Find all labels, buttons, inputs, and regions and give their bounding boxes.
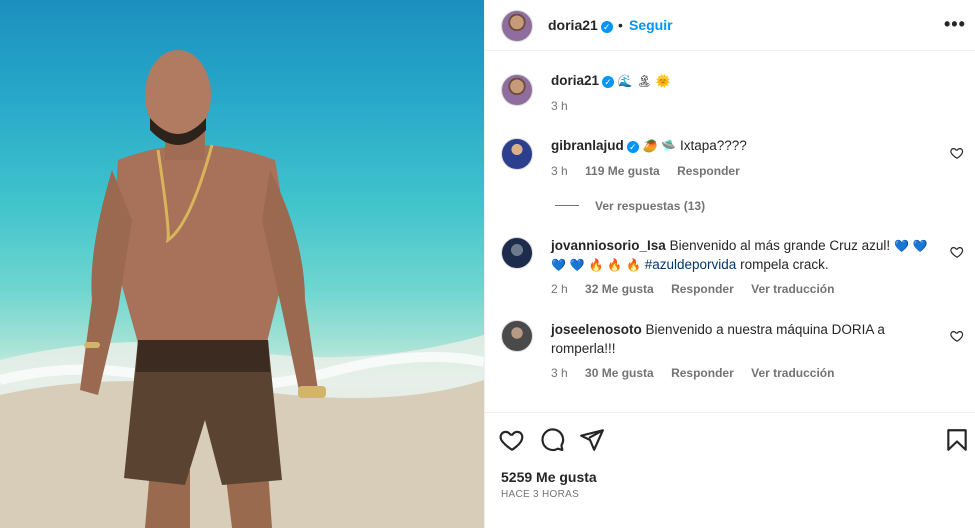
reply-button[interactable]: Responder: [677, 164, 740, 178]
comment-time: 2 h: [551, 282, 568, 296]
comment-meta: 3 h 30 Me gusta Responder Ver traducción: [551, 366, 848, 380]
caption-time: 3 h: [551, 99, 568, 113]
beach-photo-illustration: [0, 50, 484, 528]
comment-meta: 2 h 32 Me gusta Responder Ver traducción: [551, 282, 848, 296]
comment-meta: 3 h 119 Me gusta Responder: [551, 164, 754, 178]
translate-button[interactable]: Ver traducción: [751, 282, 834, 296]
comment-username[interactable]: joseelenosoto: [551, 322, 642, 337]
reply-button[interactable]: Responder: [671, 366, 734, 380]
caption-emojis: 🌊 🏝 🌞: [617, 74, 671, 88]
comment-time: 3 h: [551, 164, 568, 178]
post-actions-bar: 5259 Me gusta HACE 3 HORAS: [485, 412, 975, 528]
replies-divider: [555, 205, 579, 206]
verified-badge-icon: ✓: [626, 141, 639, 153]
comment-like-heart-icon[interactable]: [950, 146, 964, 160]
separator-dot: •: [618, 17, 623, 33]
caption-meta: 3 h: [551, 99, 582, 113]
caption: doria21 ✓ 🌊 🏝 🌞: [551, 72, 671, 90]
comment-avatar[interactable]: [501, 320, 533, 352]
post-detail-panel: doria21 ✓ • Seguir ••• doria21 ✓ 🌊 🏝 🌞 3 h…: [484, 0, 975, 528]
verified-badge-icon: ✓: [600, 21, 613, 33]
more-options-icon[interactable]: •••: [944, 14, 966, 35]
comment-text: Ixtapa????: [680, 138, 747, 153]
translate-button[interactable]: Ver traducción: [751, 366, 834, 380]
reply-button[interactable]: Responder: [671, 282, 734, 296]
comment-emojis: 💙 💙 🔥 🔥 🔥: [551, 258, 641, 272]
comment-likes[interactable]: 119 Me gusta: [585, 164, 660, 178]
view-replies-button[interactable]: Ver respuestas (13): [595, 199, 719, 213]
caption-username[interactable]: doria21: [551, 73, 599, 88]
heart-icon[interactable]: [499, 427, 525, 453]
comment-text: rompela crack.: [740, 257, 829, 272]
comment-avatar[interactable]: [501, 237, 533, 269]
share-icon[interactable]: [579, 427, 605, 453]
comment-icon[interactable]: [539, 427, 565, 453]
caption-avatar[interactable]: [501, 74, 533, 106]
author-username[interactable]: doria21 ✓: [548, 17, 613, 33]
comment-username[interactable]: jovanniosorio_Isa: [551, 238, 666, 253]
comment-likes[interactable]: 32 Me gusta: [585, 282, 654, 296]
comment-text: Bienvenido a nuestra máquina DORIA a: [645, 322, 885, 337]
comment-emojis: 🥭 🛸: [642, 139, 677, 153]
author-avatar[interactable]: [501, 10, 533, 42]
view-replies-label[interactable]: Ver respuestas (13): [595, 199, 705, 213]
comment-avatar[interactable]: [501, 138, 533, 170]
comment-continued: romperla!!!: [551, 340, 616, 358]
post-timestamp: HACE 3 HORAS: [501, 489, 580, 500]
comment-continued: 💙 💙 🔥 🔥 🔥 #azuldeporvida rompela crack.: [551, 256, 951, 274]
comment-like-heart-icon[interactable]: [950, 245, 964, 259]
post-likes-count[interactable]: 5259 Me gusta: [501, 469, 597, 485]
comment: joseelenosoto Bienvenido a nuestra máqui…: [551, 321, 911, 339]
follow-button[interactable]: Seguir: [629, 17, 673, 33]
post-header: doria21 ✓ • Seguir •••: [485, 0, 975, 51]
comment-like-heart-icon[interactable]: [950, 329, 964, 343]
comment: jovanniosorio_Isa Bienvenido al más gran…: [551, 237, 951, 255]
comment-text: romperla!!!: [551, 341, 616, 356]
hashtag-link[interactable]: #azuldeporvida: [645, 257, 737, 272]
comment-emojis: 💙 💙: [893, 239, 928, 253]
comment-time: 3 h: [551, 366, 568, 380]
author-username-text[interactable]: doria21: [548, 17, 598, 33]
comment: gibranlajud ✓ 🥭 🛸 Ixtapa????: [551, 137, 747, 155]
verified-badge-icon: ✓: [602, 76, 615, 88]
comment-username[interactable]: gibranlajud: [551, 138, 624, 153]
comment-text: Bienvenido al más grande Cruz azul!: [669, 238, 891, 253]
comments-list[interactable]: doria21 ✓ 🌊 🏝 🌞 3 h gibranlajud ✓ 🥭 🛸 Ixta…: [485, 52, 975, 412]
comment-likes[interactable]: 30 Me gusta: [585, 366, 654, 380]
bookmark-icon[interactable]: [944, 427, 970, 453]
post-photo[interactable]: [0, 0, 484, 528]
